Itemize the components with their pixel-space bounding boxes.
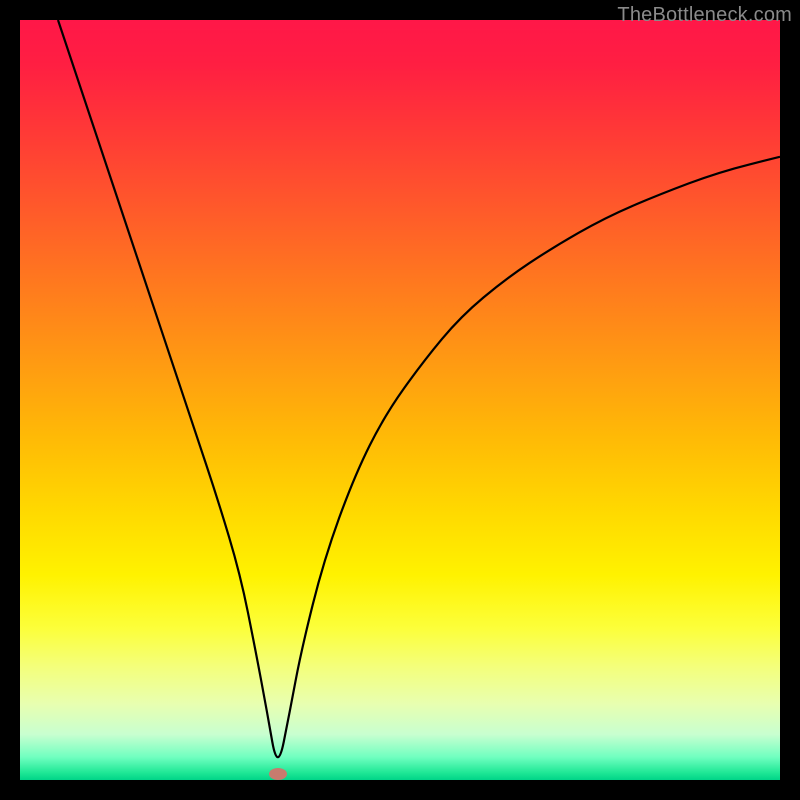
optimal-marker	[269, 768, 287, 780]
watermark-text: TheBottleneck.com	[617, 4, 792, 27]
bottleneck-curve	[20, 20, 780, 780]
chart-frame	[20, 20, 780, 780]
